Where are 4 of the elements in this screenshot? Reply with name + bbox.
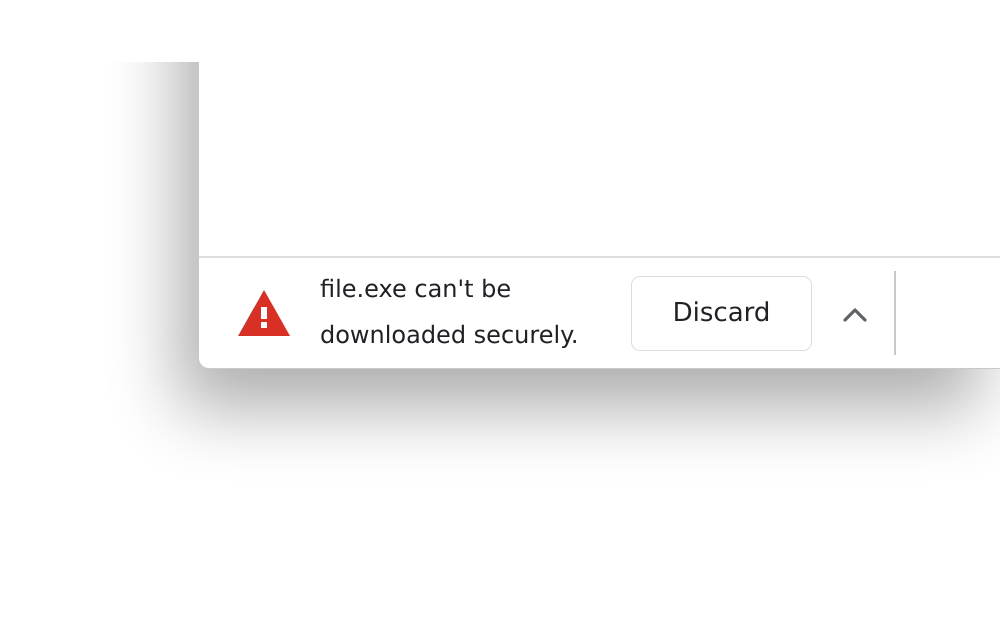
warning-icon xyxy=(238,290,290,336)
warning-message: file.exe can't be downloaded securely. xyxy=(320,274,580,351)
discard-button[interactable]: Discard xyxy=(631,276,812,350)
chevron-up-icon[interactable] xyxy=(843,306,867,322)
